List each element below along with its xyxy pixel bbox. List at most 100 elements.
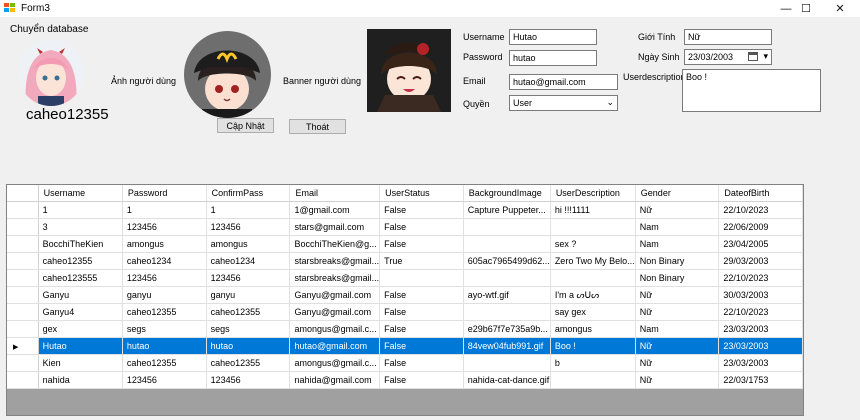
table-cell[interactable] [550,269,636,287]
table-row[interactable]: Kien caheo12355 caheo12355 amongus@gmail.c.… [7,354,803,372]
table-cell[interactable]: caheo1234 [206,252,291,270]
table-cell[interactable]: say gex [550,303,636,321]
table-cell[interactable]: starsbreaks@gmail... [289,252,381,270]
table-cell[interactable]: True [379,252,464,270]
close-button[interactable]: ✕ [822,0,858,17]
table-cell[interactable]: 123456 [122,218,207,236]
column-header-password[interactable]: Password [122,185,207,202]
table-cell[interactable]: Non Binary [635,252,720,270]
table-cell[interactable]: caheo12355 [206,354,291,372]
table-row[interactable]: gex segs segs amongus@gmail.c... False e29b67… [7,320,803,338]
table-cell[interactable]: 123456 [206,371,291,389]
table-cell[interactable] [463,235,551,253]
menu-switch-database[interactable]: Chuyển database [10,24,88,35]
exit-button[interactable]: Thoát [289,119,346,134]
column-header-userstatus[interactable]: UserStatus [379,185,464,202]
table-cell[interactable]: sex ? [550,235,636,253]
table-cell[interactable]: 1 [38,201,123,219]
row-header[interactable] [7,201,39,219]
table-row[interactable]: caheo123555 123456 123456 starsbreaks@gmail… [7,269,803,287]
table-cell[interactable]: gex [38,320,123,338]
table-cell[interactable]: caheo12355 [38,252,123,270]
table-cell[interactable]: False [379,235,464,253]
table-cell[interactable]: False [379,201,464,219]
avatar-preview-image[interactable] [184,31,271,118]
users-data-grid[interactable]: Username Password ConfirmPass Email UserStat… [6,184,804,416]
row-header[interactable] [7,269,39,287]
table-cell[interactable]: False [379,337,464,355]
table-cell[interactable]: caheo12355 [122,354,207,372]
table-cell[interactable]: Ganyu [38,286,123,304]
table-row[interactable]: caheo12355 caheo1234 caheo1234 starsbreaks@… [7,252,803,270]
table-cell[interactable]: amongus [550,320,636,338]
table-cell[interactable]: nahida [38,371,123,389]
table-cell[interactable]: Ganyu4 [38,303,123,321]
table-cell[interactable]: 123456 [122,371,207,389]
maximize-button[interactable]: ☐ [788,0,824,17]
table-cell[interactable]: ayo-wtf.gif [463,286,551,304]
calendar-icon[interactable] [748,52,758,61]
column-header-userdescription[interactable]: UserDescription [550,185,636,202]
table-cell[interactable]: Zero Two My Belo... [550,252,636,270]
row-header[interactable] [7,303,39,321]
table-cell[interactable] [463,354,551,372]
table-cell[interactable]: 123456 [206,269,291,287]
table-cell[interactable] [550,371,636,389]
row-header[interactable] [7,354,39,372]
table-cell[interactable]: 123456 [122,269,207,287]
table-cell[interactable]: caheo123555 [38,269,123,287]
table-cell[interactable]: 30/03/2003 [718,286,803,304]
table-cell[interactable]: 29/03/2003 [718,252,803,270]
table-cell[interactable]: e29b67f7e735a9b... [463,320,551,338]
table-cell[interactable]: Nữ [635,371,720,389]
table-cell[interactable]: False [379,320,464,338]
table-row[interactable]: BocchiTheKien amongus amongus BocchiTheKien… [7,235,803,253]
table-cell[interactable]: I'm a ᔕᑌᔕ [550,286,636,304]
table-cell[interactable]: caheo12355 [122,303,207,321]
table-cell[interactable]: Nữ [635,354,720,372]
table-cell[interactable]: 23/03/2003 [718,320,803,338]
row-header[interactable] [7,252,39,270]
table-cell[interactable]: 3 [38,218,123,236]
table-cell[interactable]: 22/10/2023 [718,201,803,219]
table-cell[interactable]: 23/03/2003 [718,337,803,355]
table-cell[interactable]: Nam [635,235,720,253]
table-cell[interactable]: Nam [635,320,720,338]
username-field[interactable]: Hutao [509,29,597,45]
table-cell[interactable]: Ganyu@gmail.com [289,286,381,304]
role-select[interactable]: User ⌄ [509,95,618,111]
table-cell[interactable]: BocchiTheKien@g... [289,235,381,253]
row-header[interactable] [7,235,39,253]
table-row[interactable]: 1 1 1 1@gmail.com False Capture Puppeter... hi… [7,201,803,219]
table-cell[interactable]: caheo12355 [206,303,291,321]
table-cell[interactable]: hi !!!1111 [550,201,636,219]
table-cell[interactable]: Nữ [635,201,720,219]
table-cell[interactable]: 1 [122,201,207,219]
table-cell[interactable] [463,269,551,287]
table-cell[interactable]: 1 [206,201,291,219]
table-cell[interactable]: hutao [206,337,291,355]
table-cell[interactable]: starsbreaks@gmail... [289,269,381,287]
table-cell[interactable]: Nữ [635,337,720,355]
table-cell[interactable]: nahida-cat-dance.gif [463,371,551,389]
table-cell[interactable]: Capture Puppeter... [463,201,551,219]
table-cell[interactable] [379,269,464,287]
row-header[interactable]: ▶ [7,337,39,355]
table-cell[interactable]: 84vew04fub991.gif [463,337,551,355]
table-row[interactable]: Ganyu ganyu ganyu Ganyu@gmail.com False ayo-w… [7,286,803,304]
column-header-dateofbirth[interactable]: DateofBirth [718,185,803,202]
table-cell[interactable]: stars@gmail.com [289,218,381,236]
gender-field[interactable]: Nữ [684,29,772,45]
table-cell[interactable]: segs [206,320,291,338]
table-cell[interactable]: 1@gmail.com [289,201,381,219]
table-row[interactable]: nahida 123456 123456 nahida@gmail.com False n… [7,371,803,389]
table-cell[interactable]: Non Binary [635,269,720,287]
table-cell[interactable]: 123456 [206,218,291,236]
table-cell[interactable]: 22/06/2009 [718,218,803,236]
table-cell[interactable]: 22/03/1753 [718,371,803,389]
table-cell[interactable]: 23/04/2005 [718,235,803,253]
table-row[interactable]: 3 123456 123456 stars@gmail.com False Nam 22/0… [7,218,803,236]
table-cell[interactable]: caheo1234 [122,252,207,270]
table-cell[interactable] [463,218,551,236]
chevron-down-icon[interactable]: ▾ [763,51,768,62]
